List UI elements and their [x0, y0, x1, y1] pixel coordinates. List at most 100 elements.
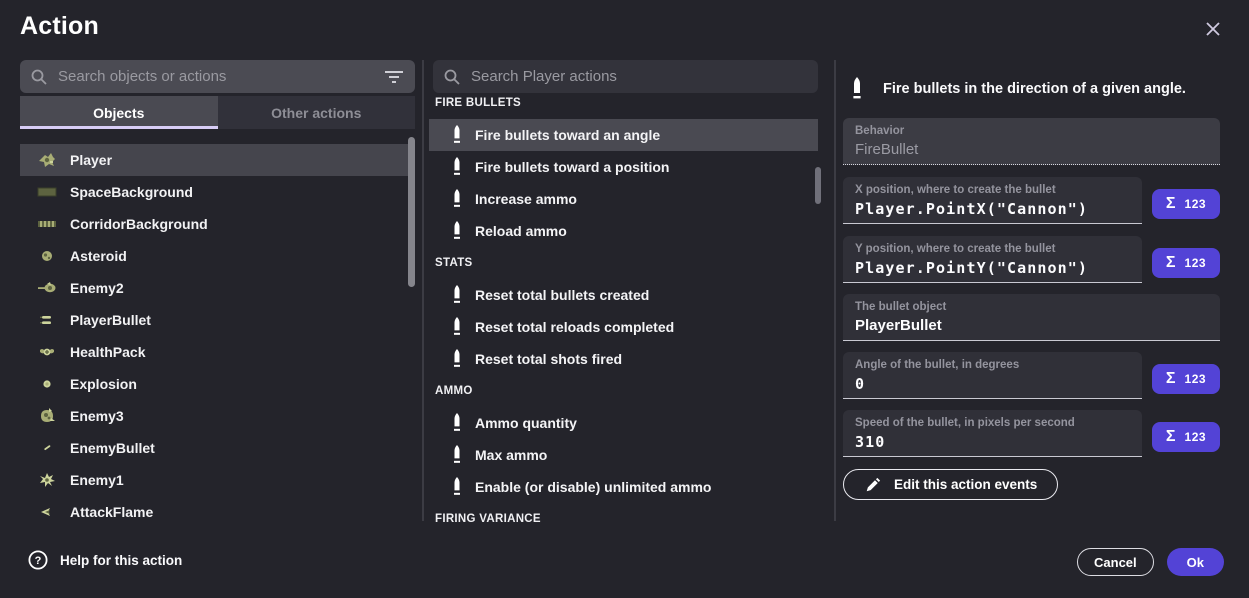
spacer [843, 399, 1220, 410]
field-value: FireBullet [855, 139, 1208, 161]
action-list-item[interactable]: Reset total reloads completed [429, 311, 818, 343]
dialog-actions: Cancel Ok [1077, 548, 1224, 576]
object-name: Player [70, 152, 112, 168]
bullet-icon [851, 75, 865, 103]
spacer [843, 165, 1220, 177]
field-speed-of-the-bullet-in-pixels-per-second[interactable]: Speed of the bullet, in pixels per secon… [843, 410, 1142, 457]
parameter-row: Angle of the bullet, in degrees0 Σ123 [843, 352, 1220, 399]
bullet-icon [451, 188, 463, 210]
objects-search-box[interactable] [20, 60, 415, 93]
action-list-item[interactable]: Increase ammo [429, 183, 818, 215]
expression-editor-button[interactable]: Σ123 [1152, 364, 1220, 394]
edit-action-events-button[interactable]: Edit this action events [843, 469, 1058, 500]
action-label: Ammo quantity [475, 415, 577, 431]
action-description: Fire bullets in the direction of a given… [883, 81, 1186, 97]
object-name: Enemy3 [70, 408, 124, 424]
filter-icon[interactable] [383, 69, 405, 85]
object-list-item[interactable]: SpaceBackground [20, 176, 415, 208]
object-list-item[interactable]: EnemyBullet [20, 432, 415, 464]
field-label: The bullet object [855, 300, 1208, 315]
field-value: 310 [855, 431, 1130, 453]
action-list-item[interactable]: Fire bullets toward an angle [429, 119, 818, 151]
bullet-icon [451, 220, 463, 242]
field-y-position-where-to-create-the-bullet[interactable]: Y position, where to create the bulletPl… [843, 236, 1142, 283]
object-list-item[interactable]: Enemy1 [20, 464, 415, 496]
action-label: Fire bullets toward a position [475, 159, 669, 175]
cancel-button[interactable]: Cancel [1077, 548, 1154, 576]
corridor-background-icon [36, 213, 58, 235]
enemy2-icon [36, 277, 58, 299]
tab-other-actions[interactable]: Other actions [218, 96, 416, 129]
field-label: Angle of the bullet, in degrees [855, 358, 1130, 373]
action-list-item[interactable]: Max ammo [429, 439, 818, 471]
field-label: Speed of the bullet, in pixels per secon… [855, 416, 1130, 431]
action-list-item[interactable]: Reset total shots fired [429, 343, 818, 375]
left-panel-tabs: Objects Other actions [20, 96, 415, 129]
object-name: Asteroid [70, 248, 127, 264]
expression-editor-button[interactable]: Σ 123 [1152, 189, 1220, 219]
sigma-icon: Σ [1166, 370, 1176, 388]
dialog-title: Action [20, 12, 99, 41]
object-list-item[interactable]: Explosion [20, 368, 415, 400]
ok-button[interactable]: Ok [1167, 548, 1224, 576]
expression-editor-button[interactable]: Σ123 [1152, 248, 1220, 278]
search-icon [443, 68, 461, 86]
object-list-item[interactable]: CorridorBackground [20, 208, 415, 240]
object-list-item[interactable]: AttackFlame [20, 496, 415, 528]
field-angle-of-the-bullet-in-degrees[interactable]: Angle of the bullet, in degrees0 [843, 352, 1142, 399]
object-list-item[interactable]: Asteroid [20, 240, 415, 272]
numbers-icon: 123 [1185, 197, 1207, 211]
expression-editor-button[interactable]: Σ123 [1152, 422, 1220, 452]
object-list-item[interactable]: Enemy2 [20, 272, 415, 304]
object-list: Player SpaceBackground CorridorBackground A… [20, 144, 415, 528]
help-label: Help for this action [60, 553, 182, 568]
action-label: Reset total bullets created [475, 287, 649, 303]
panel-divider [834, 60, 836, 521]
help-icon: ? [28, 550, 48, 570]
help-link[interactable]: ? Help for this action [28, 550, 182, 570]
action-label: Increase ammo [475, 191, 577, 207]
action-list-item[interactable]: Reset total bullets created [429, 279, 818, 311]
action-label: Reset total reloads completed [475, 319, 674, 335]
svg-text:?: ? [35, 555, 42, 567]
sigma-icon: Σ [1166, 195, 1176, 213]
object-name: AttackFlame [70, 504, 153, 520]
action-list-item[interactable]: Ammo quantity [429, 407, 818, 439]
bullet-icon [451, 348, 463, 370]
action-group-header: FIRE BULLETS [429, 87, 818, 119]
field-the-bullet-object[interactable]: The bullet objectPlayerBullet [843, 294, 1220, 341]
object-list-item[interactable]: Enemy3 [20, 400, 415, 432]
asteroid-icon [36, 245, 58, 267]
actions-search-input[interactable] [471, 68, 808, 85]
bullet-icon [451, 284, 463, 306]
health-pack-icon [36, 341, 58, 363]
action-label: Enable (or disable) unlimited ammo [475, 479, 711, 495]
actions-scrollbar[interactable] [815, 167, 821, 204]
object-name: Explosion [70, 376, 137, 392]
action-label: Fire bullets toward an angle [475, 127, 660, 143]
object-list-item[interactable]: PlayerBullet [20, 304, 415, 336]
action-list-item[interactable]: Fire bullets toward a position [429, 151, 818, 183]
field-label: Y position, where to create the bullet [855, 242, 1130, 257]
attack-flame-icon [36, 501, 58, 523]
spacer [843, 283, 1220, 294]
tab-objects[interactable]: Objects [20, 96, 218, 129]
action-list-item[interactable]: Reload ammo [429, 215, 818, 247]
field-x-position-where-to-create-the-bullet[interactable]: X position, where to create the bulletPl… [843, 177, 1142, 224]
objects-search-input[interactable] [58, 68, 375, 85]
action-group-header: AMMO [429, 375, 818, 407]
field-value: Player.PointY("Cannon") [855, 257, 1130, 279]
action-dialog: Action Objects Other actions Player Space… [0, 0, 1249, 598]
close-icon[interactable] [1203, 19, 1223, 39]
panel-divider [422, 60, 424, 521]
action-list-item[interactable]: Enable (or disable) unlimited ammo [429, 471, 818, 503]
object-list-item[interactable]: HealthPack [20, 336, 415, 368]
object-list-item[interactable]: Player [20, 144, 415, 176]
action-label: Max ammo [475, 447, 547, 463]
field-behavior: BehaviorFireBullet [843, 118, 1220, 165]
player-bullet-icon [36, 309, 58, 331]
object-name: SpaceBackground [70, 184, 193, 200]
parameter-row: Y position, where to create the bulletPl… [843, 236, 1220, 283]
objects-scrollbar[interactable] [408, 137, 415, 287]
action-label: Reload ammo [475, 223, 567, 239]
